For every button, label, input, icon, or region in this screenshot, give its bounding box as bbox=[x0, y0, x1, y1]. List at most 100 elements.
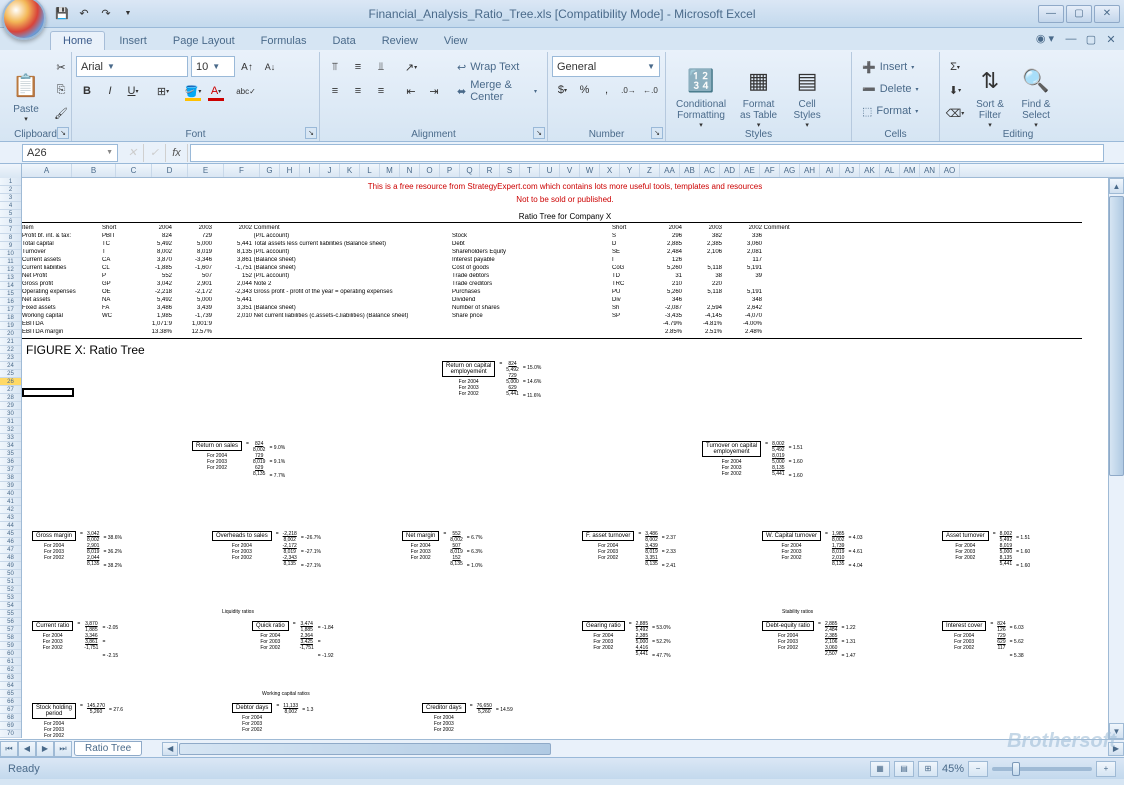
row-header-60[interactable]: 60 bbox=[0, 650, 21, 658]
copy-icon[interactable]: ⎘ bbox=[50, 79, 72, 101]
alignment-dialog-launcher[interactable]: ↘ bbox=[533, 127, 545, 139]
row-header-15[interactable]: 15 bbox=[0, 290, 21, 298]
maximize-button[interactable]: ▢ bbox=[1066, 5, 1092, 23]
normal-view-icon[interactable]: ▦ bbox=[870, 761, 890, 777]
row-header-41[interactable]: 41 bbox=[0, 498, 21, 506]
row-header-55[interactable]: 55 bbox=[0, 610, 21, 618]
scroll-down-icon[interactable]: ▼ bbox=[1109, 723, 1124, 739]
col-header-AF[interactable]: AF bbox=[760, 164, 780, 177]
col-header-AO[interactable]: AO bbox=[940, 164, 960, 177]
sort-filter-button[interactable]: ⇅ Sort & Filter▾ bbox=[968, 54, 1012, 139]
col-header-W[interactable]: W bbox=[580, 164, 600, 177]
row-header-56[interactable]: 56 bbox=[0, 618, 21, 626]
paste-button[interactable]: 📋 Paste ▾ bbox=[4, 54, 48, 139]
row-header-13[interactable]: 13 bbox=[0, 274, 21, 282]
row-header-43[interactable]: 43 bbox=[0, 514, 21, 522]
col-header-U[interactable]: U bbox=[540, 164, 560, 177]
col-header-AC[interactable]: AC bbox=[700, 164, 720, 177]
italic-icon[interactable]: I bbox=[99, 80, 121, 102]
col-header-I[interactable]: I bbox=[300, 164, 320, 177]
tab-insert[interactable]: Insert bbox=[107, 32, 159, 50]
row-header-62[interactable]: 62 bbox=[0, 666, 21, 674]
clipboard-dialog-launcher[interactable]: ↘ bbox=[57, 127, 69, 139]
tab-formulas[interactable]: Formulas bbox=[249, 32, 319, 50]
decrease-indent-icon[interactable]: ⇤ bbox=[400, 80, 422, 102]
col-header-H[interactable]: H bbox=[280, 164, 300, 177]
row-header-33[interactable]: 33 bbox=[0, 434, 21, 442]
last-sheet-icon[interactable]: ⏭ bbox=[54, 741, 72, 757]
col-header-F[interactable]: F bbox=[224, 164, 260, 177]
sheet-tab-ratio-tree[interactable]: Ratio Tree bbox=[74, 741, 142, 756]
help-icon[interactable]: ◉ ▾ bbox=[1036, 32, 1054, 45]
align-top-icon[interactable]: ⫪ bbox=[324, 56, 346, 78]
col-header-J[interactable]: J bbox=[320, 164, 340, 177]
border-icon[interactable]: ⊞▾ bbox=[152, 80, 174, 102]
format-painter-icon[interactable]: 🖌 bbox=[50, 102, 72, 124]
font-size-combo[interactable]: 10▼ bbox=[191, 56, 235, 77]
row-header-8[interactable]: 8 bbox=[0, 234, 21, 242]
col-header-AE[interactable]: AE bbox=[740, 164, 760, 177]
decrease-font-icon[interactable]: A↓ bbox=[259, 56, 281, 78]
cell-styles-button[interactable]: ▤ Cell Styles▾ bbox=[785, 54, 829, 139]
row-header-32[interactable]: 32 bbox=[0, 426, 21, 434]
row-header-9[interactable]: 9 bbox=[0, 242, 21, 250]
row-header-44[interactable]: 44 bbox=[0, 522, 21, 530]
align-left-icon[interactable]: ≡ bbox=[324, 80, 346, 102]
qat-dropdown-icon[interactable]: ▼ bbox=[118, 4, 138, 24]
row-header-2[interactable]: 2 bbox=[0, 186, 21, 194]
bold-icon[interactable]: B bbox=[76, 80, 98, 102]
row-header-29[interactable]: 29 bbox=[0, 402, 21, 410]
col-header-N[interactable]: N bbox=[400, 164, 420, 177]
align-bottom-icon[interactable]: ⫫ bbox=[370, 56, 392, 78]
col-header-Q[interactable]: Q bbox=[460, 164, 480, 177]
row-header-51[interactable]: 51 bbox=[0, 578, 21, 586]
row-header-3[interactable]: 3 bbox=[0, 194, 21, 202]
row-header-68[interactable]: 68 bbox=[0, 714, 21, 722]
col-header-AH[interactable]: AH bbox=[800, 164, 820, 177]
row-header-42[interactable]: 42 bbox=[0, 506, 21, 514]
accounting-format-icon[interactable]: $▾ bbox=[552, 79, 573, 101]
col-header-AI[interactable]: AI bbox=[820, 164, 840, 177]
row-header-64[interactable]: 64 bbox=[0, 682, 21, 690]
row-header-59[interactable]: 59 bbox=[0, 642, 21, 650]
row-header-19[interactable]: 19 bbox=[0, 322, 21, 330]
tab-review[interactable]: Review bbox=[370, 32, 430, 50]
row-header-69[interactable]: 69 bbox=[0, 722, 21, 730]
page-break-view-icon[interactable]: ⊞ bbox=[918, 761, 938, 777]
page-layout-view-icon[interactable]: ▤ bbox=[894, 761, 914, 777]
delete-cells-button[interactable]: ➖Delete ▾ bbox=[856, 78, 935, 100]
tab-page-layout[interactable]: Page Layout bbox=[161, 32, 247, 50]
col-header-E[interactable]: E bbox=[188, 164, 224, 177]
find-select-button[interactable]: 🔍 Find & Select▾ bbox=[1014, 54, 1058, 139]
row-header-58[interactable]: 58 bbox=[0, 634, 21, 642]
row-header-65[interactable]: 65 bbox=[0, 690, 21, 698]
row-header-18[interactable]: 18 bbox=[0, 314, 21, 322]
clear-icon[interactable]: ⌫▾ bbox=[944, 102, 966, 124]
row-header-30[interactable]: 30 bbox=[0, 410, 21, 418]
save-icon[interactable]: 💾 bbox=[52, 4, 72, 24]
zoom-in-icon[interactable]: + bbox=[1096, 761, 1116, 777]
row-header-5[interactable]: 5 bbox=[0, 210, 21, 218]
row-header-27[interactable]: 27 bbox=[0, 386, 21, 394]
scroll-up-icon[interactable]: ▲ bbox=[1109, 178, 1124, 194]
close-button[interactable]: ✕ bbox=[1094, 5, 1120, 23]
format-cells-button[interactable]: ⬚Format ▾ bbox=[856, 100, 935, 122]
col-header-R[interactable]: R bbox=[480, 164, 500, 177]
workbook-close[interactable]: ✕ bbox=[1104, 32, 1118, 46]
row-header-4[interactable]: 4 bbox=[0, 202, 21, 210]
tab-data[interactable]: Data bbox=[320, 32, 367, 50]
redo-icon[interactable]: ↷ bbox=[96, 4, 116, 24]
col-header-P[interactable]: P bbox=[440, 164, 460, 177]
insert-cells-button[interactable]: ➕Insert ▾ bbox=[856, 56, 935, 78]
increase-decimal-icon[interactable]: .0→ bbox=[618, 79, 639, 101]
decrease-decimal-icon[interactable]: ←.0 bbox=[640, 79, 661, 101]
row-header-37[interactable]: 37 bbox=[0, 466, 21, 474]
row-header-16[interactable]: 16 bbox=[0, 298, 21, 306]
align-middle-icon[interactable]: ≡ bbox=[347, 56, 369, 78]
workbook-restore[interactable]: ▢ bbox=[1084, 32, 1098, 46]
col-header-C[interactable]: C bbox=[116, 164, 152, 177]
cancel-formula-icon[interactable]: ✕ bbox=[122, 144, 144, 162]
underline-icon[interactable]: U▾ bbox=[122, 80, 144, 102]
row-header-70[interactable]: 70 bbox=[0, 730, 21, 738]
row-header-6[interactable]: 6 bbox=[0, 218, 21, 226]
